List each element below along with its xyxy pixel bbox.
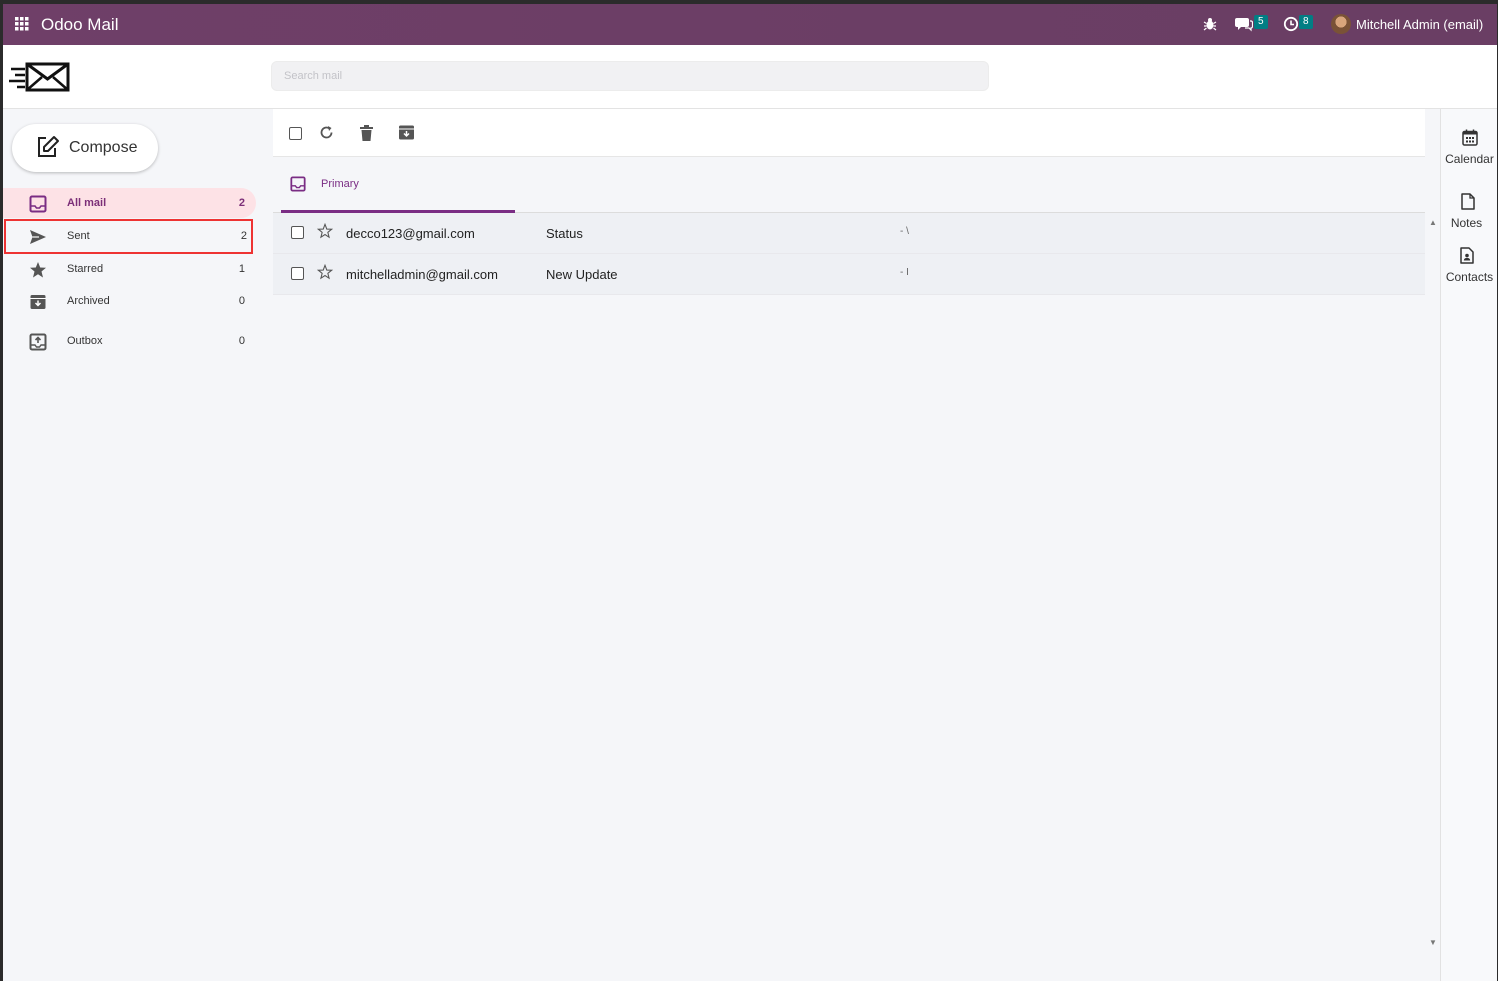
- mail-sender: mitchelladmin@gmail.com: [346, 267, 498, 282]
- archive-icon[interactable]: [399, 125, 414, 140]
- rail-contacts[interactable]: Contacts: [1441, 247, 1497, 284]
- mail-subject: Status: [546, 226, 583, 241]
- rail-label: Notes: [1450, 216, 1483, 230]
- star-outline-icon[interactable]: [317, 223, 333, 239]
- row-checkbox[interactable]: [291, 226, 304, 239]
- sidebar-item-label: Archived: [67, 295, 110, 307]
- right-rail: Calendar Notes Contacts: [1440, 109, 1497, 981]
- rail-label: Contacts: [1445, 270, 1494, 284]
- clock-icon[interactable]: [1283, 16, 1299, 32]
- note-icon: [1461, 193, 1475, 210]
- sidebar-item-label: Outbox: [67, 335, 103, 347]
- send-icon: [30, 230, 46, 244]
- apps-grid-icon[interactable]: [15, 17, 29, 31]
- sidebar-item-label: Starred: [67, 263, 104, 275]
- user-menu[interactable]: Mitchell Admin (email): [1356, 17, 1483, 32]
- star-icon: [30, 262, 46, 278]
- compose-label: Compose: [69, 139, 138, 156]
- app-window: Odoo Mail 5 8 Mitchell Admin (email) Sea…: [3, 4, 1497, 981]
- sidebar-item-outbox[interactable]: Outbox 0: [3, 326, 256, 356]
- sidebar-item-label: All mail: [67, 197, 107, 209]
- activity-count-badge: 8: [1299, 15, 1313, 29]
- star-outline-icon[interactable]: [317, 264, 333, 280]
- inbox-icon: [290, 176, 306, 192]
- mail-snippet: - I: [900, 267, 909, 278]
- sidebar-item-label: Sent: [67, 230, 90, 242]
- mail-sender: decco123@gmail.com: [346, 226, 475, 241]
- search-input[interactable]: [271, 61, 989, 91]
- compose-button[interactable]: Compose: [12, 124, 158, 172]
- chat-icon[interactable]: [1235, 16, 1253, 32]
- chat-count-badge: 5: [1254, 15, 1268, 29]
- rail-calendar[interactable]: Calendar: [1441, 129, 1497, 166]
- tab-label: Primary: [321, 178, 359, 190]
- sidebar-item-count: 0: [238, 335, 245, 347]
- outbox-icon: [29, 333, 47, 351]
- mail-header: [3, 45, 1497, 109]
- archive-icon: [30, 295, 46, 309]
- calendar-icon: [1461, 129, 1478, 146]
- row-checkbox[interactable]: [291, 267, 304, 280]
- refresh-icon[interactable]: [319, 125, 334, 140]
- scroll-down-arrow-icon[interactable]: ▼: [1429, 938, 1437, 947]
- bug-icon[interactable]: [1203, 16, 1217, 32]
- mail-row[interactable]: decco123@gmail.com Status - \: [273, 213, 1425, 254]
- mail-subject: New Update: [546, 267, 618, 282]
- mail-logo-icon: [9, 62, 70, 92]
- contact-card-icon: [1460, 247, 1474, 264]
- mail-toolbar: [273, 109, 1425, 157]
- top-navbar: Odoo Mail 5 8 Mitchell Admin (email): [3, 4, 1497, 45]
- inbox-icon: [29, 195, 47, 213]
- sidebar-item-count: 0: [238, 295, 245, 307]
- sidebar-item-sent[interactable]: Sent 2: [4, 219, 253, 254]
- mail-tabs: Primary: [273, 156, 1425, 213]
- app-title: Odoo Mail: [41, 15, 119, 34]
- compose-icon: [38, 136, 59, 157]
- mail-row[interactable]: mitchelladmin@gmail.com New Update - I: [273, 254, 1425, 295]
- sidebar-item-count: 1: [238, 263, 245, 275]
- sidebar-item-all-mail[interactable]: All mail 2: [3, 188, 256, 218]
- avatar[interactable]: [1331, 14, 1351, 34]
- tab-primary[interactable]: Primary: [281, 156, 515, 213]
- sidebar-item-count: 2: [240, 230, 247, 242]
- trash-icon[interactable]: [360, 125, 373, 141]
- rail-label: Calendar: [1445, 152, 1494, 166]
- select-all-checkbox[interactable]: [289, 127, 302, 140]
- sidebar-item-count: 2: [238, 197, 245, 209]
- sidebar-item-archived[interactable]: Archived 0: [3, 286, 256, 316]
- sidebar-item-starred[interactable]: Starred 1: [3, 254, 256, 284]
- mail-list: decco123@gmail.com Status - \ mitchellad…: [273, 213, 1425, 295]
- mail-snippet: - \: [900, 226, 909, 237]
- rail-notes[interactable]: Notes: [1441, 193, 1497, 230]
